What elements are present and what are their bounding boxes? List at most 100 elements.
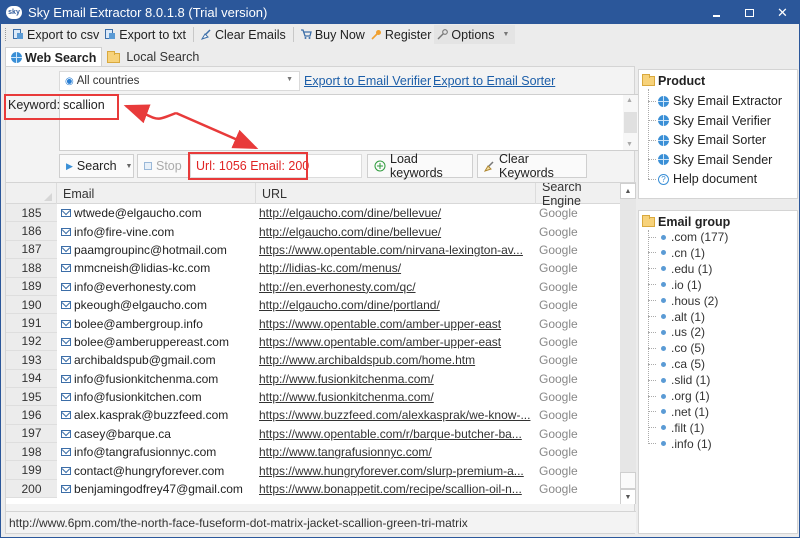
row-number[interactable]: 188 — [6, 259, 57, 278]
table-row[interactable]: 196 alex.kasprak@buzzfeed.com https://www.… — [6, 406, 620, 425]
url-link[interactable]: https://www.opentable.com/r/barque-butch… — [256, 425, 536, 443]
row-number[interactable]: 200 — [6, 479, 57, 499]
product-item[interactable]: Sky Email Sender — [648, 153, 772, 167]
close-button[interactable]: ✕ — [766, 1, 799, 24]
clear-emails-button[interactable]: Clear Emails — [198, 25, 289, 44]
table-row[interactable]: 193 archibaldspub@gmail.com http://www.arc… — [6, 351, 620, 370]
row-number[interactable]: 191 — [6, 314, 57, 333]
email-group-item[interactable]: .alt (1) — [648, 310, 705, 324]
email-group-item[interactable]: .io (1) — [648, 278, 702, 292]
email-cell[interactable]: benjamingodfrey47@gmail.com — [57, 480, 256, 498]
export-email-verifier-link[interactable]: Export to Email Verifier — [304, 74, 431, 88]
table-row[interactable]: 194 info@fusionkitchenma.com http://www.fu… — [6, 369, 620, 388]
row-number[interactable]: 199 — [6, 461, 57, 480]
minimize-button[interactable] — [700, 1, 733, 24]
column-header-url[interactable]: URL — [256, 183, 536, 204]
row-number[interactable]: 193 — [6, 351, 57, 370]
email-cell[interactable]: contact@hungryforever.com — [57, 461, 256, 479]
row-number[interactable]: 197 — [6, 424, 57, 444]
export-csv-button[interactable]: Export to csv — [10, 25, 102, 44]
email-group-item[interactable]: .us (2) — [648, 325, 705, 339]
country-select[interactable]: ◉ All countries ▼ — [59, 71, 300, 91]
clear-keywords-button[interactable]: Clear Keywords — [477, 152, 587, 180]
row-number[interactable]: 186 — [6, 222, 57, 241]
scroll-up-icon[interactable]: ▲ — [620, 183, 636, 199]
url-link[interactable]: https://www.opentable.com/nirvana-lexing… — [256, 241, 536, 259]
tab-local-search[interactable]: Local Search — [102, 47, 204, 67]
register-button[interactable]: Register — [368, 25, 435, 44]
maximize-button[interactable] — [733, 1, 766, 24]
keyword-textarea[interactable]: scallion ▲ ▼ — [59, 94, 639, 151]
email-cell[interactable]: wtwede@elgaucho.com — [57, 204, 256, 222]
url-link[interactable]: http://www.fusionkitchenma.com/ — [256, 370, 536, 388]
options-button[interactable]: Options ▼ — [434, 25, 516, 44]
table-row[interactable]: 191 bolee@ambergroup.info https://www.open… — [6, 314, 620, 333]
row-number[interactable]: 192 — [6, 332, 57, 352]
email-cell[interactable]: pkeough@elgaucho.com — [57, 296, 256, 314]
url-link[interactable]: http://www.fusionkitchenma.com/ — [256, 388, 536, 406]
search-dropdown-icon[interactable]: ▼ — [126, 163, 133, 170]
email-group-item[interactable]: .co (5) — [648, 341, 705, 355]
column-header-email[interactable]: Email — [57, 183, 256, 204]
email-cell[interactable]: bolee@ambergroup.info — [57, 314, 256, 332]
email-cell[interactable]: archibaldspub@gmail.com — [57, 351, 256, 369]
table-row[interactable]: 188 mmcneish@lidias-kc.com http://lidias-k… — [6, 259, 620, 278]
table-row[interactable]: 190 pkeough@elgaucho.com http://elgaucho.c… — [6, 295, 620, 315]
url-link[interactable]: http://www.tangrafusionnyc.com/ — [256, 443, 536, 461]
row-number[interactable]: 190 — [6, 295, 57, 315]
url-link[interactable]: https://www.bonappetit.com/recipe/scalli… — [256, 480, 536, 498]
tab-web-search[interactable]: Web Search — [5, 47, 103, 67]
product-item[interactable]: Sky Email Extractor — [648, 94, 782, 108]
table-row[interactable]: 187 paamgroupinc@hotmail.com https://www.o… — [6, 240, 620, 260]
row-number[interactable]: 196 — [6, 406, 57, 425]
email-group-item[interactable]: .info (1) — [648, 437, 712, 451]
row-number[interactable]: 195 — [6, 387, 57, 407]
email-group-item[interactable]: .com (177) — [648, 230, 728, 244]
export-email-sorter-link[interactable]: Export to Email Sorter — [433, 74, 555, 88]
toolbar-grip[interactable] — [5, 28, 7, 41]
row-number[interactable]: 187 — [6, 240, 57, 260]
buy-now-button[interactable]: Buy Now — [298, 25, 368, 44]
url-link[interactable]: http://elgaucho.com/dine/bellevue/ — [256, 222, 536, 240]
row-number[interactable]: 198 — [6, 443, 57, 462]
url-link[interactable]: https://www.opentable.com/amber-upper-ea… — [256, 333, 536, 351]
row-number[interactable]: 185 — [6, 204, 57, 223]
url-link[interactable]: http://en.everhonesty.com/qc/ — [256, 278, 536, 296]
scroll-thumb[interactable] — [624, 112, 637, 133]
column-header-search-engine[interactable]: Search Engine — [536, 183, 620, 208]
product-item[interactable]: Sky Email Verifier — [648, 114, 771, 128]
email-cell[interactable]: paamgroupinc@hotmail.com — [57, 241, 256, 259]
select-all-corner[interactable] — [6, 183, 57, 204]
email-cell[interactable]: info@everhonesty.com — [57, 278, 256, 296]
url-link[interactable]: https://www.buzzfeed.com/alexkasprak/we-… — [256, 406, 536, 424]
export-txt-button[interactable]: Export to txt — [102, 25, 189, 44]
stop-button[interactable]: Stop — [137, 154, 189, 178]
scroll-thumb[interactable] — [620, 472, 636, 489]
product-item[interactable]: ? Help document — [648, 172, 757, 186]
row-number[interactable]: 189 — [6, 277, 57, 296]
table-row[interactable]: 197 casey@barque.ca https://www.opentable.… — [6, 424, 620, 444]
email-cell[interactable]: info@fusionkitchen.com — [57, 388, 256, 406]
row-number[interactable]: 194 — [6, 369, 57, 388]
product-item[interactable]: Sky Email Sorter — [648, 133, 766, 147]
email-cell[interactable]: info@fusionkitchenma.com — [57, 370, 256, 388]
email-group-item[interactable]: .org (1) — [648, 389, 710, 403]
email-group-item[interactable]: .slid (1) — [648, 373, 710, 387]
keyword-scrollbar[interactable]: ▲ ▼ — [623, 95, 638, 150]
table-row[interactable]: 199 contact@hungryforever.com https://www.… — [6, 461, 620, 480]
table-row[interactable]: 186 info@fire-vine.com http://elgaucho.com… — [6, 222, 620, 241]
url-link[interactable]: http://elgaucho.com/dine/bellevue/ — [256, 204, 536, 222]
email-cell[interactable]: info@fire-vine.com — [57, 222, 256, 240]
table-row[interactable]: 192 bolee@amberuppereast.com https://www.o… — [6, 332, 620, 352]
email-group-item[interactable]: .edu (1) — [648, 262, 712, 276]
url-link[interactable]: http://lidias-kc.com/menus/ — [256, 259, 536, 277]
email-group-item[interactable]: .net (1) — [648, 405, 709, 419]
table-row[interactable]: 200 benjamingodfrey47@gmail.com https://ww… — [6, 479, 620, 499]
email-group-item[interactable]: .cn (1) — [648, 246, 705, 260]
table-row[interactable]: 198 info@tangrafusionnyc.com http://www.ta… — [6, 443, 620, 462]
url-link[interactable]: https://www.opentable.com/amber-upper-ea… — [256, 314, 536, 332]
email-cell[interactable]: alex.kasprak@buzzfeed.com — [57, 406, 256, 424]
scroll-down-icon[interactable]: ▼ — [620, 489, 636, 504]
email-group-item[interactable]: .hous (2) — [648, 294, 718, 308]
table-row[interactable]: 185 wtwede@elgaucho.com http://elgaucho.co… — [6, 204, 620, 223]
